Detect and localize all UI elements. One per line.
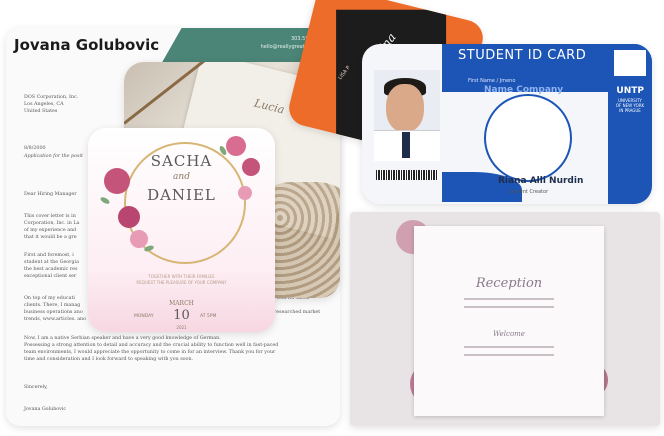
id-first-name-label: First Name / Jmeno [468,78,516,84]
letter-address-1: DOS Corporation, Inc. [24,95,79,100]
letter-para3-line1: On top of my educati [24,296,75,301]
sacha-daniel-invitation: SACHA and DANIEL TOGETHER WITH THEIR FAM… [88,128,275,332]
letter-para2-line2: student at the Georgia [24,260,79,265]
rose-flower-icon [130,230,148,248]
invitation-date: 10 [173,308,190,323]
letter-para1-line2: Corporation, Inc. in La [24,221,80,226]
letter-para1-line1: This cover letter is in [24,214,76,219]
reception-subtitle: Welcome [493,330,525,338]
id-photo-face [386,84,424,132]
student-id-card: STUDENT ID CARD First Name / Jmeno Name … [362,44,652,204]
letter-address-3: United States [24,109,58,114]
letter-para4-line4: time and consideration and I look forwar… [24,357,194,362]
text-line [464,354,554,356]
letter-para1-line3: of my experience and [24,228,77,233]
invitation-and: and [173,172,190,182]
text-line [464,346,554,348]
letter-para1-line4: that it would be a gre [24,235,77,240]
id-university-line3: IN PRAGUE [619,108,641,113]
rose-flower-icon [118,206,140,228]
invitation-name-1: SACHA [150,152,213,170]
invitation-text-1: TOGETHER WITH THEIR FAMILIES [148,274,215,279]
text-line [464,298,554,300]
letter-para4-line3: team environments, I would appreciate th… [24,350,276,355]
letter-signature: Jovana Golubovic [24,407,67,412]
letter-para2-line1: First and foremost, i [24,253,74,258]
letter-subject: Application for the posit [24,154,83,159]
invitation-text-2: REQUEST THE PLEASURE OF YOUR COMPANY [136,280,227,285]
invitation-time: AT 5PM [200,314,217,319]
id-university: UNIVERSITY OF NEW YORK IN PRAGUE [612,98,648,113]
barcode-icon [376,170,438,180]
reception-invitation-photo: Reception Welcome [350,212,660,426]
invitation-year: 2021 [176,325,187,330]
invitation-month: MARCH [169,300,194,307]
letter-para3-line4: trends, www.articles. ano [24,317,87,322]
letter-date: 8/8/2000 [24,146,46,151]
id-photo-tie [402,132,410,158]
id-person-name: Riana Alli Nurdin [498,176,584,186]
letter-para4-line2: Possessing a strong attention to detail … [24,343,279,348]
letter-para2-line3: the best academic res [24,267,78,272]
letter-address-2: Los Angeles, CA [24,102,64,107]
letter-para3-line2: clients. There, I manag [24,303,81,308]
letter-closing: Sincerely, [24,385,48,390]
letter-greeting: Dear Hiring Manager [24,192,77,197]
id-photo-circle [484,94,572,182]
letter-para3-line3: business operations ano [24,310,83,315]
letter-para4-line1: Now, I am a native Serbian speaker and h… [24,336,221,341]
id-role: Content Creator [508,189,549,195]
letter-name: Jovana Golubovic [14,36,160,54]
invitation-name-2: DANIEL [147,186,216,204]
letter-para2-line4: exceptional client ser [24,274,77,279]
id-logo-text: UNTP [616,86,644,96]
text-line [464,306,554,308]
id-title: STUDENT ID CARD [458,48,587,63]
reception-title: Reception [475,276,543,291]
reception-card: Reception Welcome [414,226,604,416]
statue-logo-icon [614,50,646,76]
letter-para3-right2: researched market [274,310,321,315]
